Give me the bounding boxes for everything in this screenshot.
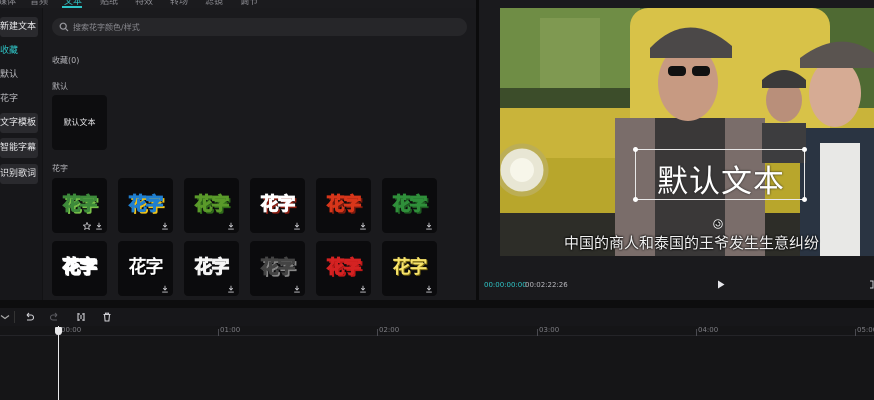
ruler-label: 03:00: [539, 326, 560, 334]
huazi-preview: 花字: [260, 257, 296, 279]
default-section-label: 默认: [52, 82, 68, 91]
split-icon[interactable]: [76, 312, 86, 322]
video-preview[interactable]: 中国的商人和泰国的王爷发生生意纠纷 默认文本: [500, 8, 874, 256]
tab-stickers[interactable]: 贴纸: [100, 0, 118, 7]
huazi-style-card[interactable]: 花字: [382, 178, 437, 233]
huazi-preview: 花字: [128, 194, 164, 216]
huazi-style-card[interactable]: 花字: [382, 241, 437, 296]
huazi-preview: 花字: [326, 257, 362, 279]
play-icon[interactable]: [717, 280, 725, 289]
huazi-preview: 花字: [392, 194, 428, 216]
sidebar-item-text-template[interactable]: 文字模板: [0, 113, 38, 133]
huazi-preview: 花字: [62, 194, 98, 216]
download-icon[interactable]: [425, 222, 433, 230]
ruler-tick: [377, 329, 378, 336]
video-subtitle: 中国的商人和泰国的王爷发生生意纠纷: [564, 234, 820, 252]
text-overlay-box[interactable]: 默认文本: [635, 149, 805, 200]
huazi-style-card[interactable]: 花字: [316, 178, 371, 233]
download-icon[interactable]: [293, 222, 301, 230]
undo-icon[interactable]: [24, 312, 34, 322]
download-icon[interactable]: [293, 285, 301, 293]
time-ruler[interactable]: 00:00 01:00 02:00 03:00 04:00 05:00: [0, 326, 874, 336]
playhead-line[interactable]: [58, 326, 59, 400]
ruler-label: 04:00: [698, 326, 719, 334]
huazi-style-card[interactable]: 花字: [184, 241, 239, 296]
tab-audio[interactable]: 音频: [30, 0, 48, 7]
ruler-label: 01:00: [220, 326, 241, 334]
sidebar-item-default[interactable]: 默认: [0, 65, 38, 85]
search-input[interactable]: [73, 18, 453, 36]
playhead-handle[interactable]: [55, 327, 62, 335]
sidebar-item-new-text[interactable]: 新建文本: [0, 17, 38, 37]
search-bar: [52, 18, 467, 36]
text-sidebar: 新建文本 收藏 默认 花字 文字模板 智能字幕 识别歌词: [0, 8, 42, 300]
ruler-tick: [696, 329, 697, 336]
search-icon[interactable]: [59, 22, 69, 32]
tab-filters[interactable]: 滤镜: [205, 0, 223, 7]
redo-icon[interactable]: [50, 312, 60, 322]
category-tab-strip: 媒体 音频 文本 贴纸 特效 转场 滤镜 调节: [0, 0, 476, 8]
ruler-label: 05:00: [857, 326, 874, 334]
sidebar-item-huazi[interactable]: 花字: [0, 89, 38, 109]
huazi-preview: 花字: [260, 194, 296, 216]
huazi-style-card[interactable]: 花字: [250, 178, 305, 233]
ruler-tick: [855, 329, 856, 336]
download-icon[interactable]: [95, 222, 103, 230]
huazi-preview: 花字: [392, 257, 428, 278]
sidebar-item-favorites[interactable]: 收藏: [0, 41, 38, 61]
current-time: 00:00:00:00: [484, 281, 527, 289]
huazi-preview: 花字: [326, 194, 362, 216]
download-icon[interactable]: [227, 285, 235, 293]
download-icon[interactable]: [161, 222, 169, 230]
download-icon[interactable]: [161, 285, 169, 293]
download-icon[interactable]: [227, 222, 235, 230]
ruler-tick: [218, 329, 219, 336]
resize-handle[interactable]: [802, 197, 807, 202]
download-icon[interactable]: [359, 285, 367, 293]
huazi-preview: 花字: [128, 257, 164, 278]
text-overlay[interactable]: 默认文本: [636, 156, 806, 201]
default-text-card[interactable]: 默认文本: [52, 95, 107, 150]
huazi-preview: 花字: [62, 257, 98, 279]
ruler-label: 00:00: [61, 326, 82, 334]
ruler-tick: [537, 329, 538, 336]
huazi-style-card[interactable]: 花字: [316, 241, 371, 296]
timeline-divider[interactable]: [0, 300, 874, 308]
star-icon[interactable]: [83, 222, 91, 230]
sidebar-item-auto-captions[interactable]: 智能字幕: [0, 138, 38, 158]
download-icon[interactable]: [425, 285, 433, 293]
download-icon[interactable]: [359, 222, 367, 230]
video-editor-window: 媒体 音频 文本 贴纸 特效 转场 滤镜 调节 新建文本 收藏 默认 花字 文字…: [0, 0, 874, 400]
tab-media[interactable]: 媒体: [0, 0, 16, 7]
rotate-icon[interactable]: [713, 219, 723, 229]
huazi-preview: 花字: [194, 194, 230, 216]
preview-player: 中国的商人和泰国的王爷发生生意纠纷 默认文本 00:00:00:00 00:02…: [479, 0, 874, 300]
tab-effects[interactable]: 特效: [135, 0, 153, 7]
ruler-label: 02:00: [379, 326, 400, 334]
resize-handle[interactable]: [633, 147, 638, 152]
timeline-toolbar: [0, 308, 874, 326]
total-duration: 00:02:22:26: [525, 281, 568, 289]
huazi-style-card[interactable]: 花字: [52, 178, 107, 233]
chevron-down-icon[interactable]: [0, 312, 10, 322]
huazi-style-card[interactable]: 花字: [184, 178, 239, 233]
sidebar-item-recognize-lyrics[interactable]: 识别歌词: [0, 164, 38, 184]
huazi-section-label: 花字: [52, 164, 68, 173]
resize-handle[interactable]: [802, 147, 807, 152]
huazi-style-card[interactable]: 花字: [250, 241, 305, 296]
video-frame-image: [500, 8, 874, 256]
timeline-track-area[interactable]: 00:00 01:00 02:00 03:00 04:00 05:00: [0, 326, 874, 400]
delete-icon[interactable]: [102, 312, 112, 322]
favorites-section-label: 收藏(0): [52, 56, 80, 65]
toolbar-separator: [14, 311, 15, 323]
tab-adjust[interactable]: 调节: [240, 0, 258, 7]
resize-handle[interactable]: [633, 197, 638, 202]
tab-transitions[interactable]: 转场: [170, 0, 188, 7]
text-panel: 收藏(0) 默认 默认文本 花字 花字 花字 花字 花字 花字 花字: [43, 8, 476, 300]
huazi-preview: 花字: [194, 257, 230, 279]
fullscreen-icon[interactable]: [869, 280, 874, 289]
huazi-style-card[interactable]: 花字: [118, 178, 173, 233]
huazi-style-card[interactable]: 花字: [52, 241, 107, 296]
huazi-style-card[interactable]: 花字: [118, 241, 173, 296]
